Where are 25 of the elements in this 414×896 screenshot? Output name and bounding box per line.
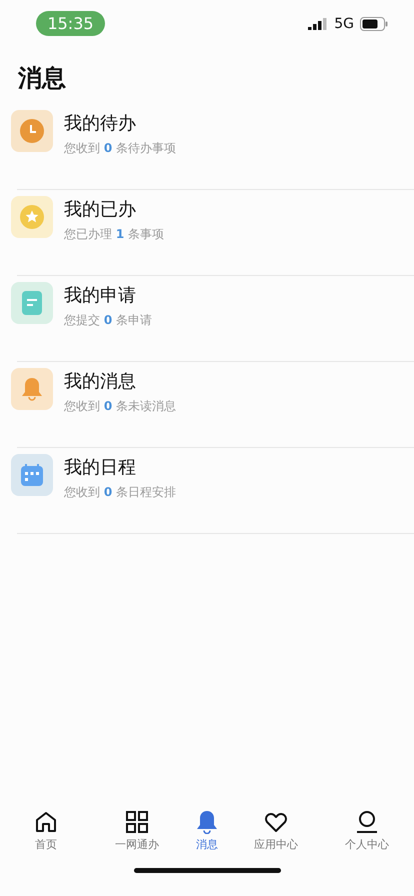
tab-item[interactable]: 个人中心 xyxy=(320,806,414,866)
item-summary: 您收到 0 条待办事项 xyxy=(64,140,176,157)
item-summary: 您提交 0 条申请 xyxy=(64,312,152,329)
home-icon xyxy=(34,810,58,834)
tab-item[interactable]: 应用中心 xyxy=(232,806,320,866)
item-title[interactable]: 我的申请 xyxy=(64,283,152,307)
tab-item[interactable]: 消息 xyxy=(182,806,232,866)
item-summary: 您收到 0 条未读消息 xyxy=(64,398,176,415)
battery-icon xyxy=(360,17,388,31)
signal-icon xyxy=(308,18,328,30)
status-time: 15:35 xyxy=(36,10,105,36)
tab-item[interactable]: 首页 xyxy=(0,806,92,866)
item-title[interactable]: 我的消息 xyxy=(64,369,176,393)
item-title[interactable]: 我的待办 xyxy=(64,111,176,135)
tab-item[interactable]: 一网通办 xyxy=(92,806,182,866)
item-summary: 您收到 0 条日程安排 xyxy=(64,484,176,501)
page-title: 消息 xyxy=(18,63,67,94)
grid-icon xyxy=(125,810,149,834)
network-label: 5G xyxy=(334,16,354,32)
item-title[interactable]: 我的已办 xyxy=(64,197,164,221)
heart-icon xyxy=(264,810,288,834)
item-title[interactable]: 我的日程 xyxy=(64,455,176,479)
bell-icon xyxy=(195,810,219,834)
item-summary: 您已办理 1 条事项 xyxy=(64,226,164,243)
person-icon xyxy=(355,810,379,834)
